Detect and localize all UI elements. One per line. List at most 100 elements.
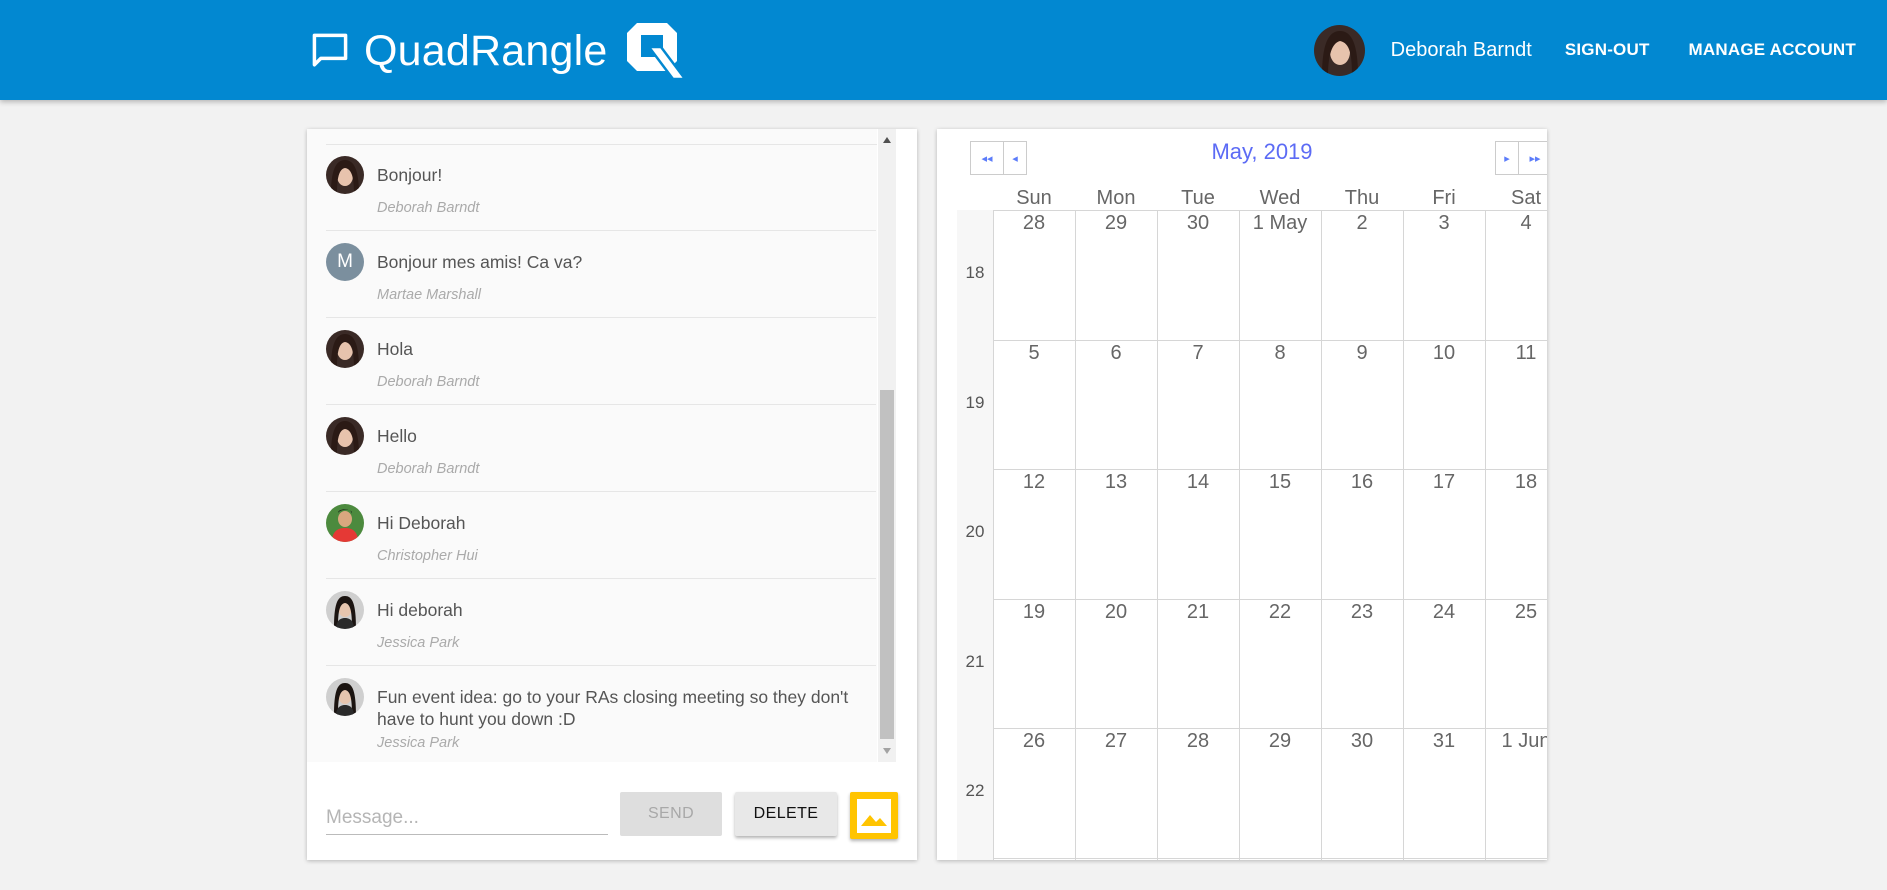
user-menu: Deborah Barndt SIGN-OUT MANAGE ACCOUNT [1313, 23, 1856, 77]
message-input[interactable] [326, 801, 608, 835]
manage-account-link[interactable]: MANAGE ACCOUNT [1689, 40, 1856, 60]
message-item[interactable]: Hello Deborah Barndt [326, 405, 876, 492]
day-number: 9 [1356, 342, 1368, 364]
brand-name: QuadRangle [364, 26, 608, 75]
send-button[interactable]: SEND [620, 792, 722, 836]
message-text: Hello [377, 426, 417, 446]
message-item[interactable]: Hi deborah Jessica Park [326, 579, 876, 666]
day-number: 6 [1110, 342, 1122, 364]
message-text: Hi deborah [377, 600, 463, 620]
day-number: 8 [1274, 342, 1286, 364]
message-item[interactable]: Fun event idea: go to your RAs closing m… [326, 666, 876, 762]
avatar: M [326, 243, 364, 281]
message-item[interactable]: Bonjour! Deborah Barndt [326, 144, 876, 231]
user-name: Deborah Barndt [1390, 38, 1532, 61]
message-text: Hola [377, 339, 413, 359]
day-number: 19 [1022, 601, 1046, 623]
day-number: 21 [1186, 601, 1210, 623]
message-author: Martae Marshall [377, 287, 481, 303]
weekday-header: Mon [1096, 187, 1136, 209]
day-number: 13 [1104, 471, 1128, 493]
day-number: 2 [1356, 212, 1368, 234]
message-item[interactable]: M Bonjour mes amis! Ca va? Martae Marshall [326, 231, 876, 318]
day-number: 18 [1514, 471, 1538, 493]
message-author: Jessica Park [377, 735, 460, 751]
next-month-button[interactable]: ▸ [1495, 141, 1519, 175]
day-number: 31 [1432, 730, 1456, 752]
day-number: 24 [1432, 601, 1456, 623]
avatar[interactable] [1313, 24, 1365, 76]
weekday-header: Sun [1016, 187, 1052, 209]
day-number: 11 [1515, 342, 1537, 364]
day-number: 26 [1022, 730, 1046, 752]
day-number: 25 [1514, 601, 1538, 623]
delete-button[interactable]: DELETE [735, 792, 837, 836]
message-author: Deborah Barndt [377, 200, 480, 216]
image-icon [857, 798, 891, 833]
day-number: 4 [1520, 212, 1532, 234]
week-number: 21 [965, 652, 985, 671]
chat-panel: Bonjour! Deborah Barndt M Bonjour mes amis!… [307, 129, 917, 860]
day-number: 30 [1186, 212, 1210, 234]
scrollbar[interactable] [878, 129, 896, 762]
avatar [326, 330, 364, 368]
last-month-button[interactable]: ▸▸ [1518, 141, 1547, 175]
message-author: Deborah Barndt [377, 374, 480, 390]
day-number: 1 May [1252, 212, 1308, 234]
weekday-header: Fri [1432, 187, 1456, 209]
message-text: Hi Deborah [377, 513, 466, 533]
weekday-header: Thu [1344, 187, 1380, 209]
message-item[interactable]: Hola Deborah Barndt [326, 318, 876, 405]
day-number: 3 [1438, 212, 1450, 234]
day-number: 27 [1104, 730, 1128, 752]
scroll-down-arrow-icon[interactable] [878, 743, 896, 759]
sign-out-link[interactable]: SIGN-OUT [1565, 40, 1650, 60]
avatar [326, 504, 364, 542]
day-number: 22 [1268, 601, 1292, 623]
day-number: 23 [1350, 601, 1374, 623]
grid-line [993, 858, 1547, 859]
day-number: 5 [1028, 342, 1040, 364]
message-author: Jessica Park [377, 635, 460, 651]
message-text: Fun event idea: go to your RAs closing m… [377, 687, 849, 729]
message-text: Bonjour mes amis! Ca va? [377, 252, 583, 272]
day-number: 14 [1186, 471, 1210, 493]
image-upload-button[interactable] [850, 792, 898, 839]
day-number: 28 [1186, 730, 1210, 752]
day-number: 7 [1192, 342, 1204, 364]
day-number: 10 [1432, 342, 1456, 364]
week-number: 18 [965, 263, 985, 282]
avatar [326, 156, 364, 194]
week-number: 20 [965, 522, 985, 541]
message-item[interactable]: Hi Deborah Christopher Hui [326, 492, 876, 579]
day-number: 12 [1022, 471, 1046, 493]
day-number: 29 [1104, 212, 1128, 234]
message-author: Christopher Hui [377, 548, 478, 564]
week-number: 22 [965, 781, 985, 800]
day-number: 1 Jun [1501, 730, 1547, 752]
message-list[interactable]: Bonjour! Deborah Barndt M Bonjour mes amis!… [307, 129, 877, 762]
day-number: 15 [1268, 471, 1292, 493]
calendar-panel: ◂◂ ◂ May, 2019 ▸ ▸▸ Sun Mon Tue Wed Thu Fri Sa… [937, 129, 1547, 860]
week-number: 19 [965, 393, 985, 412]
day-number: 20 [1104, 601, 1128, 623]
scrollbar-thumb[interactable] [880, 390, 894, 739]
day-number: 16 [1350, 471, 1374, 493]
weekday-header: Tue [1181, 187, 1215, 209]
top-app-bar: QuadRangle Deborah Barndt SIGN-OUT MANAG… [0, 0, 1887, 100]
message-text: Bonjour! [377, 165, 443, 185]
day-number: 30 [1350, 730, 1374, 752]
weekday-header: Sat [1510, 187, 1542, 209]
message-author: Deborah Barndt [377, 461, 480, 477]
month-title: May, 2019 [1211, 139, 1313, 164]
chat-bubble-icon [312, 33, 348, 67]
avatar [326, 417, 364, 455]
brand[interactable]: QuadRangle [308, 20, 688, 82]
weekday-header: Wed [1259, 187, 1301, 209]
day-number: 29 [1268, 730, 1292, 752]
quadrangle-q-logo [627, 23, 688, 81]
scroll-up-arrow-icon[interactable] [878, 132, 896, 148]
avatar [326, 678, 364, 716]
day-number: 17 [1432, 471, 1456, 493]
avatar [326, 591, 364, 629]
